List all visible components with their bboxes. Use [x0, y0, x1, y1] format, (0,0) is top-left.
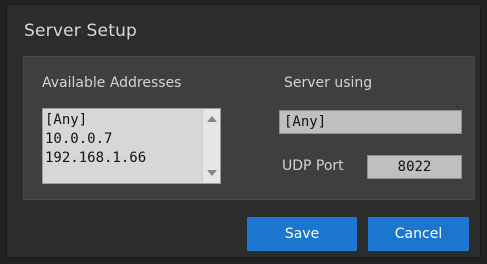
available-addresses-label: Available Addresses: [42, 75, 182, 91]
server-using-field[interactable]: [Any]: [279, 110, 462, 134]
server-using-label: Server using: [284, 75, 373, 91]
address-item[interactable]: 10.0.0.7: [45, 130, 203, 149]
chevron-down-icon[interactable]: [207, 170, 217, 176]
address-item[interactable]: 192.168.1.66: [45, 149, 203, 168]
addresses-listbox[interactable]: [Any] 10.0.0.7 192.168.1.66: [42, 108, 221, 184]
listbox-scrollbar[interactable]: [202, 109, 220, 183]
address-item[interactable]: [Any]: [45, 111, 203, 130]
settings-panel: Available Addresses [Any] 10.0.0.7 192.1…: [23, 56, 475, 200]
addresses-list: [Any] 10.0.0.7 192.168.1.66: [45, 111, 203, 168]
server-setup-dialog: Server Setup Available Addresses [Any] 1…: [6, 4, 481, 258]
cancel-button[interactable]: Cancel: [368, 217, 469, 251]
dialog-title: Server Setup: [24, 21, 138, 41]
udp-port-field[interactable]: 8022: [367, 155, 462, 179]
save-button[interactable]: Save: [247, 217, 357, 251]
udp-port-label: UDP Port: [282, 158, 344, 174]
chevron-up-icon[interactable]: [207, 116, 217, 122]
